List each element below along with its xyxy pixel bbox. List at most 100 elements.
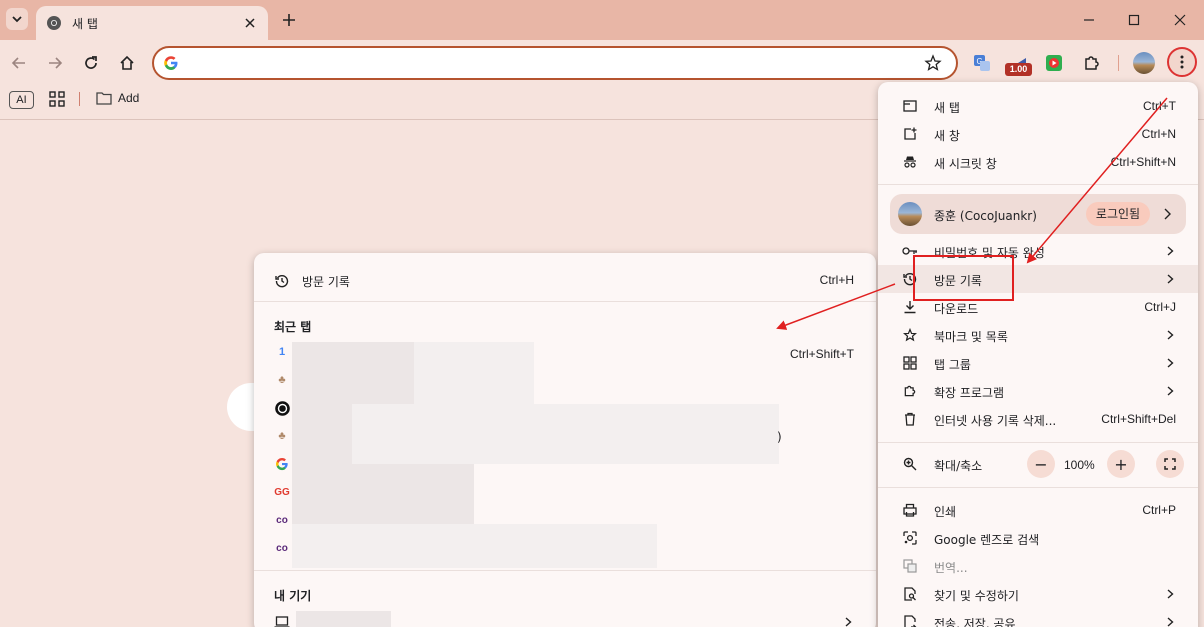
menu-find-edit[interactable]: 찾기 및 수정하기 <box>878 580 1198 608</box>
menu-new-window[interactable]: 새 창 Ctrl+N <box>878 120 1198 148</box>
reload-icon <box>85 56 97 69</box>
bookmark-folder-label: Add <box>118 91 140 105</box>
home-button[interactable] <box>114 50 140 76</box>
back-button[interactable] <box>6 50 32 76</box>
openai-icon <box>274 400 290 416</box>
puzzle-icon <box>902 383 918 399</box>
reload-button[interactable] <box>78 50 104 76</box>
play-icon <box>1046 55 1062 71</box>
chevron-right-icon <box>1164 614 1176 627</box>
profile-avatar-button[interactable] <box>1132 51 1156 75</box>
tab-strip: 새 탭 <box>0 0 1204 40</box>
mushroom-icon: ♣ <box>278 374 286 386</box>
bookmark-star-icon[interactable] <box>924 54 942 72</box>
mushroom-icon: ♣ <box>278 430 286 442</box>
zoom-out-button[interactable]: − <box>1027 450 1055 478</box>
chrome-menu-button[interactable] <box>1167 47 1197 77</box>
tab-new-tab[interactable]: 새 탭 <box>36 6 268 40</box>
recent-tab-row[interactable]: GG <box>274 484 290 500</box>
menu-incognito[interactable]: 새 시크릿 창 Ctrl+Shift+N <box>878 148 1198 176</box>
share-page-icon <box>902 614 918 627</box>
new-window-icon <box>902 126 918 142</box>
maximize-button[interactable] <box>1122 8 1146 32</box>
speed-badge: 1.00 <box>1005 63 1032 76</box>
co-icon: co <box>276 542 288 554</box>
close-window-button[interactable] <box>1168 8 1192 32</box>
fullscreen-button[interactable] <box>1156 450 1184 478</box>
avatar <box>1133 52 1155 74</box>
menu-extensions[interactable]: 확장 프로그램 <box>878 377 1198 405</box>
gg-icon: GG <box>274 486 290 498</box>
menu-bookmarks[interactable]: 북마크 및 목록 <box>878 321 1198 349</box>
menu-save-share[interactable]: 전송, 저장, 공유 <box>878 608 1198 627</box>
toolbar-divider <box>1118 55 1119 71</box>
recent-tab-row[interactable] <box>274 400 290 416</box>
chevron-right-icon <box>1164 243 1176 259</box>
chevron-right-icon <box>842 614 854 627</box>
minimize-button[interactable] <box>1077 8 1101 32</box>
video-extension[interactable] <box>1042 51 1066 75</box>
co-icon: co <box>276 514 288 526</box>
history-item[interactable]: 방문 기록 Ctrl+H <box>254 267 876 295</box>
bookmark-ai[interactable]: AI <box>9 91 34 109</box>
redacted-block <box>352 404 779 464</box>
close-tab-icon[interactable] <box>242 15 258 31</box>
highlight-box <box>913 255 1014 301</box>
redacted-block <box>352 464 474 524</box>
menu-translate: 번역... <box>878 552 1198 580</box>
divider <box>878 442 1198 443</box>
tab-groups-icon <box>902 355 918 371</box>
menu-google-lens[interactable]: Google 렌즈로 검색 <box>878 524 1198 552</box>
print-icon <box>902 502 918 518</box>
menu-profile[interactable]: 종훈 (CocoJuankr) 로그인됨 <box>890 194 1186 234</box>
chevron-right-icon <box>1164 271 1176 287</box>
chevron-right-icon <box>1164 383 1176 399</box>
recent-tab-row[interactable]: 1 <box>274 344 290 360</box>
menu-clear-data[interactable]: 인터넷 사용 기록 삭제... Ctrl+Shift+Del <box>878 405 1198 433</box>
close-icon <box>1174 14 1186 26</box>
menu-print[interactable]: 인쇄 Ctrl+P <box>878 496 1198 524</box>
zoom-in-button[interactable]: + <box>1107 450 1135 478</box>
lens-icon <box>902 530 918 546</box>
address-bar[interactable] <box>152 46 958 80</box>
chevron-right-icon <box>1164 327 1176 343</box>
forward-button[interactable] <box>42 50 68 76</box>
download-icon <box>902 299 918 315</box>
minimize-icon <box>1084 19 1094 21</box>
recent-tab-row[interactable]: ♣ <box>274 372 290 388</box>
google-g-icon <box>164 56 178 70</box>
chrome-menu: 새 탭 Ctrl+T 새 창 Ctrl+N 새 시크릿 창 Ctrl+Shift… <box>878 82 1198 627</box>
chrome-icon <box>47 16 61 30</box>
history-icon <box>274 273 290 289</box>
tab-search-button[interactable] <box>6 8 28 30</box>
recent-tab-row[interactable] <box>274 456 290 472</box>
chevron-right-icon <box>1164 208 1171 220</box>
menu-tab-groups[interactable]: 탭 그룹 <box>878 349 1198 377</box>
omnibox-input[interactable] <box>188 52 908 74</box>
reopen-shortcut: Ctrl+Shift+T <box>789 347 854 361</box>
translate-extension[interactable]: G <box>970 51 994 75</box>
back-arrow-icon <box>11 57 25 69</box>
folder-icon <box>96 92 112 105</box>
redacted-block <box>296 611 391 627</box>
redacted-block <box>292 404 352 524</box>
menu-new-tab[interactable]: 새 탭 Ctrl+T <box>878 92 1198 120</box>
chevron-down-icon <box>12 16 22 23</box>
apps-grid-icon[interactable] <box>49 91 65 107</box>
signed-in-badge: 로그인됨 <box>1086 202 1150 226</box>
redacted-block <box>292 342 414 404</box>
kebab-menu-icon <box>1180 55 1184 69</box>
fullscreen-icon <box>1164 458 1176 470</box>
new-tab-button[interactable] <box>278 9 300 31</box>
recent-tabs-heading: 최근 탭 <box>274 320 312 334</box>
device-row[interactable] <box>254 609 876 627</box>
profile-name: 종훈 (CocoJuankr) <box>934 209 1037 223</box>
extensions-button[interactable] <box>1080 51 1104 75</box>
chevron-right-icon <box>1164 355 1176 371</box>
recent-tab-row[interactable]: co <box>274 540 290 556</box>
recent-tab-row[interactable]: ♣ <box>274 428 290 444</box>
bookmark-folder-add[interactable]: Add <box>96 91 139 105</box>
recent-tab-row[interactable]: co <box>274 512 290 528</box>
new-tab-icon <box>902 98 918 114</box>
puzzle-icon <box>1085 56 1099 70</box>
